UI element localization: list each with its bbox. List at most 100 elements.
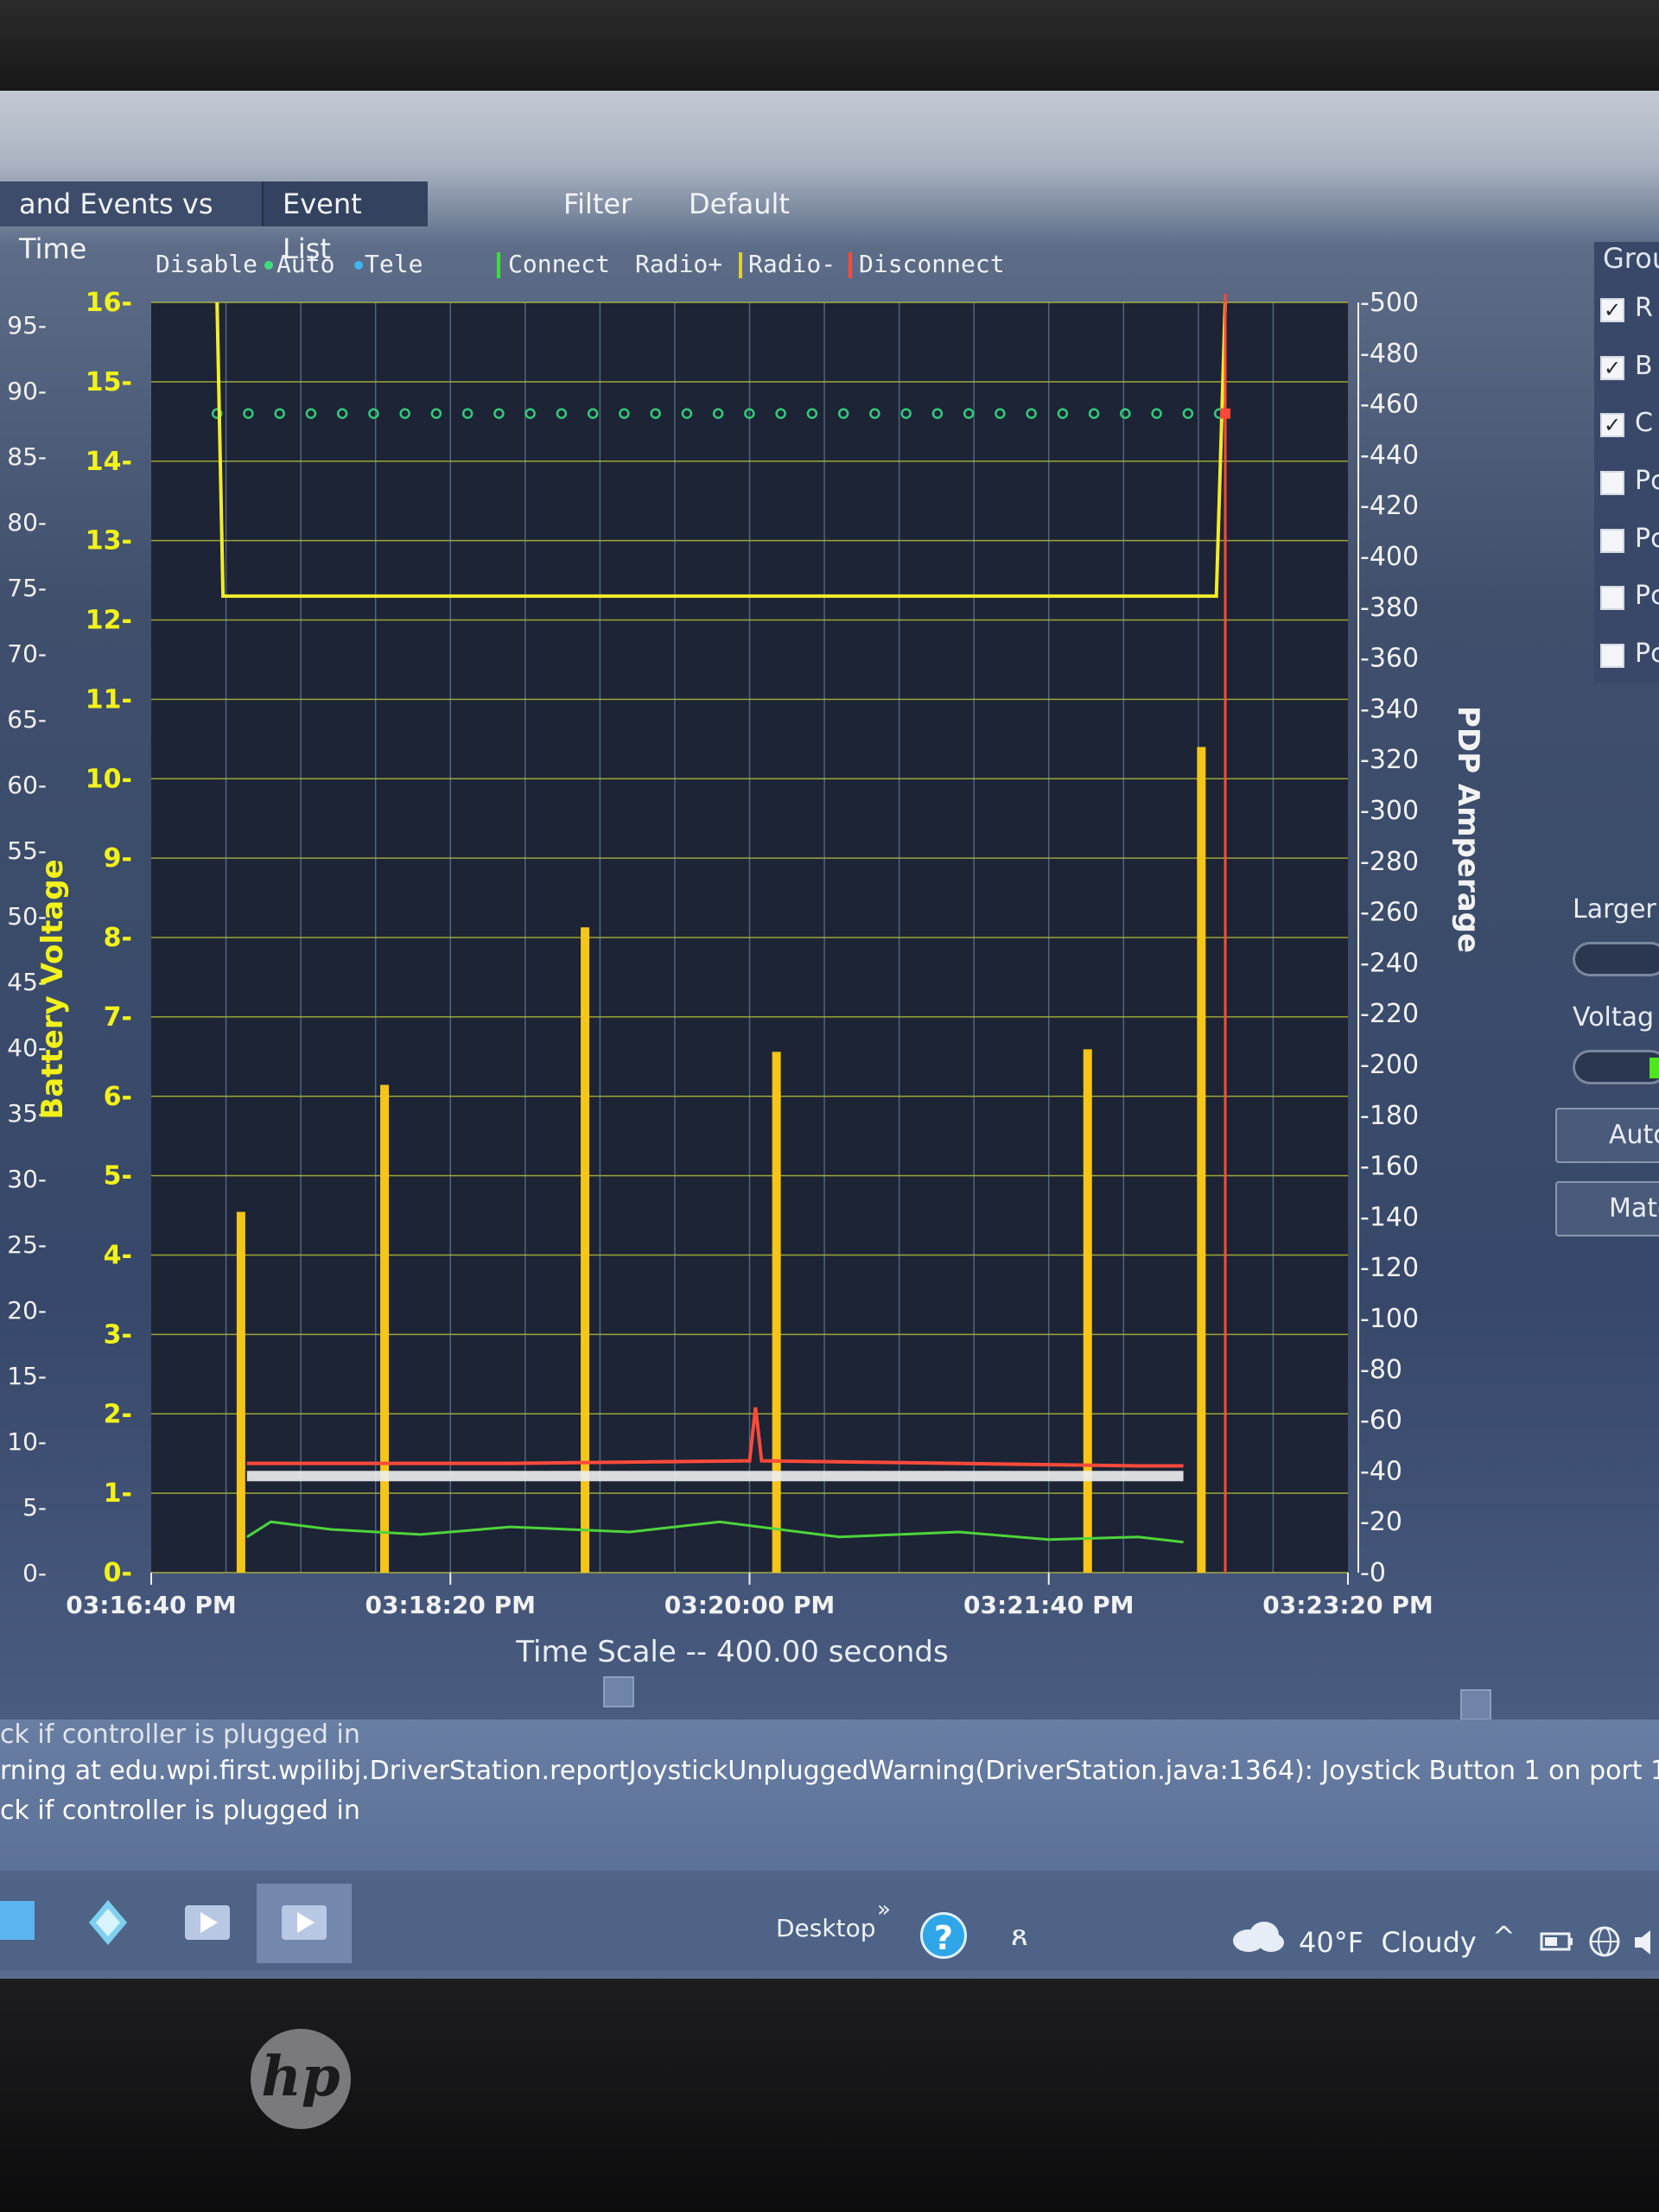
driver-station-icon[interactable] bbox=[82, 1897, 134, 1948]
amperage-tick-label: -440 bbox=[1360, 440, 1419, 470]
people-icon[interactable]: ጸ bbox=[1011, 1918, 1028, 1953]
outer-left-tick-label: 25- bbox=[7, 1230, 47, 1259]
filter-button[interactable]: Filter bbox=[544, 181, 665, 226]
amperage-tick-label: -180 bbox=[1360, 1101, 1419, 1131]
larger-label: Larger bbox=[1573, 894, 1656, 925]
default-button[interactable]: Default bbox=[670, 181, 825, 226]
amperage-tick-label: -380 bbox=[1360, 593, 1419, 623]
console-line: ck if controller is plugged in bbox=[0, 1719, 360, 1750]
console-line: ck if controller is plugged in bbox=[0, 1796, 360, 1826]
amperage-tick-label: -20 bbox=[1360, 1507, 1402, 1537]
desktop-toolbar-label[interactable]: Desktop bbox=[776, 1914, 875, 1942]
outer-left-tick-label: 15- bbox=[7, 1362, 47, 1390]
amperage-spike bbox=[236, 1211, 245, 1573]
events-vs-time-chart: 0- 1- 2- 3- 4- 5- 6- 7- 8- 9- 10- 11- 12- 13- 14- 15- 16… bbox=[7, 288, 1485, 1669]
group-checkbox[interactable]: ✓ bbox=[1600, 356, 1624, 380]
voltage-tick-label: 16- bbox=[86, 288, 132, 318]
toolbar-chevron-icon[interactable]: » bbox=[877, 1897, 891, 1923]
voltage-tick-label: 0- bbox=[104, 1558, 132, 1588]
outer-left-tick-label: 20- bbox=[7, 1296, 47, 1325]
amperage-tick-label: -480 bbox=[1360, 339, 1419, 369]
x-tick-label: 03:23:20 PM bbox=[1262, 1591, 1433, 1619]
outer-left-tick-label: 10- bbox=[7, 1427, 47, 1456]
voltage-tick-label: 10- bbox=[86, 764, 132, 794]
outer-left-tick-label: 90- bbox=[7, 377, 47, 405]
amperage-tick-label: -0 bbox=[1360, 1558, 1386, 1588]
voltage-tick-label: 9- bbox=[104, 843, 132, 874]
legend-auto-dot bbox=[264, 261, 273, 270]
amperage-tick-label: -300 bbox=[1360, 796, 1419, 826]
legend-connect-marker bbox=[497, 252, 500, 278]
x-tick-label: 03:16:40 PM bbox=[66, 1591, 236, 1619]
tab-events-vs-time[interactable]: and Events vs Time bbox=[0, 181, 264, 265]
tab-event-list[interactable]: Event List bbox=[264, 181, 428, 265]
amperage-tick-label: -140 bbox=[1360, 1202, 1419, 1232]
battery-icon[interactable] bbox=[1540, 1929, 1574, 1955]
group-checkbox-label: Pc bbox=[1635, 524, 1659, 554]
globe-icon[interactable] bbox=[1588, 1925, 1621, 1958]
group-checkbox[interactable] bbox=[1600, 471, 1624, 495]
voltage-tick-label: 1- bbox=[104, 1478, 132, 1509]
group-panel-title: Grou bbox=[1603, 242, 1659, 275]
group-checkbox-label: C bbox=[1635, 408, 1653, 438]
voltage-tick-label: 11- bbox=[86, 684, 132, 715]
dashboard-icon[interactable] bbox=[181, 1897, 233, 1948]
auto-scale-button[interactable]: Auto bbox=[1555, 1108, 1659, 1163]
amperage-tick-label: -340 bbox=[1360, 694, 1419, 724]
group-checkbox-label: Pc bbox=[1635, 581, 1659, 611]
amperage-tick-label: -420 bbox=[1360, 491, 1419, 521]
amperage-tick-label: -400 bbox=[1360, 542, 1419, 572]
voltage-toggle-knob bbox=[1649, 1058, 1659, 1078]
voltage-tick-label: 2- bbox=[104, 1399, 132, 1429]
amperage-tick-label: -40 bbox=[1360, 1456, 1402, 1486]
voltage-tick-label: 3- bbox=[104, 1319, 132, 1350]
voltage-tick-label: 4- bbox=[104, 1241, 132, 1271]
outer-left-tick-label: 70- bbox=[7, 639, 47, 668]
voltage-tick-label: 7- bbox=[104, 1002, 132, 1033]
legend-tele-dot bbox=[354, 261, 363, 270]
group-checkbox[interactable]: ✓ bbox=[1600, 413, 1624, 437]
volume-icon[interactable] bbox=[1633, 1927, 1659, 1958]
scroll-right-button[interactable] bbox=[1460, 1689, 1491, 1720]
amperage-tick-label: -280 bbox=[1360, 847, 1419, 877]
x-axis-title: Time Scale -- 400.00 seconds bbox=[515, 1635, 948, 1669]
group-checkbox-label: R bbox=[1635, 293, 1653, 323]
voltage-label: Voltag bbox=[1573, 1002, 1655, 1033]
weather-status[interactable]: 40°F Cloudy bbox=[1299, 1926, 1477, 1959]
match-button[interactable]: Match bbox=[1555, 1181, 1659, 1236]
group-checkbox[interactable] bbox=[1600, 529, 1624, 553]
amperage-tick-label: -360 bbox=[1360, 644, 1419, 674]
voltage-tick-label: 15- bbox=[86, 367, 132, 397]
group-checkbox[interactable] bbox=[1600, 644, 1624, 668]
console-line: rning at edu.wpi.first.wpilibj.DriverSta… bbox=[0, 1756, 1659, 1786]
scroll-left-button[interactable] bbox=[603, 1676, 634, 1707]
voltage-toggle[interactable] bbox=[1573, 1050, 1659, 1084]
amperage-tick-label: -100 bbox=[1360, 1304, 1419, 1334]
amperage-tick-label: -260 bbox=[1360, 898, 1419, 928]
help-icon[interactable]: ? bbox=[920, 1912, 967, 1959]
voltage-tick-label: 6- bbox=[104, 1082, 132, 1112]
voltage-tick-label: 12- bbox=[86, 606, 132, 636]
outer-left-tick-label: 60- bbox=[7, 771, 47, 799]
group-checkbox[interactable] bbox=[1600, 586, 1624, 610]
x-tick-label: 03:18:20 PM bbox=[365, 1591, 536, 1619]
start-icon[interactable] bbox=[0, 1901, 35, 1940]
amperage-tick-label: -500 bbox=[1360, 288, 1419, 318]
disconnect-marker bbox=[1220, 408, 1231, 419]
cloud-icon bbox=[1233, 1922, 1284, 1952]
outer-left-tick-label: 95- bbox=[7, 311, 47, 340]
voltage-tick-label: 13- bbox=[86, 526, 132, 556]
larger-toggle[interactable] bbox=[1573, 942, 1659, 976]
group-checkbox[interactable]: ✓ bbox=[1600, 298, 1624, 322]
amperage-tick-label: -120 bbox=[1360, 1253, 1419, 1283]
amperage-spike bbox=[380, 1084, 390, 1573]
chevron-up-icon[interactable]: ^ bbox=[1492, 1920, 1516, 1953]
amperage-tick-label: -460 bbox=[1360, 390, 1419, 420]
outer-left-tick-label: 80- bbox=[7, 508, 47, 537]
x-tick-label: 03:21:40 PM bbox=[963, 1591, 1134, 1619]
log-viewer-icon[interactable] bbox=[278, 1897, 330, 1948]
left-axis-title: Battery Voltage bbox=[35, 859, 70, 1119]
amperage-tick-label: -220 bbox=[1360, 999, 1419, 1029]
x-tick-label: 03:20:00 PM bbox=[664, 1591, 835, 1619]
amperage-tick-label: -160 bbox=[1360, 1152, 1419, 1182]
